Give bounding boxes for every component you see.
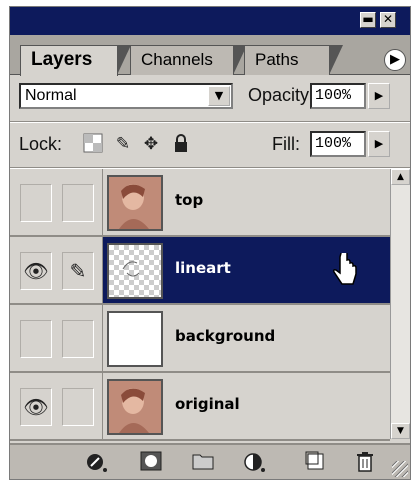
layer-name: background bbox=[175, 327, 276, 345]
layer-name-area[interactable]: top bbox=[102, 169, 390, 235]
layer-style-icon[interactable] bbox=[84, 451, 110, 475]
layer-thumbnail bbox=[107, 379, 163, 435]
layer-name-area[interactable]: background bbox=[102, 305, 390, 371]
layer-row[interactable]: 👁 ✎ lineart bbox=[10, 237, 390, 305]
palette-title-bar[interactable]: ▬ ✕ bbox=[10, 7, 410, 35]
blend-opacity-row: Normal ▼ Opacity: 100% ▶ bbox=[10, 75, 410, 121]
layer-row[interactable]: 👁 original bbox=[10, 373, 390, 441]
layer-name-area[interactable]: lineart bbox=[102, 237, 390, 303]
padlock-icon[interactable] bbox=[170, 133, 192, 155]
lock-fill-row: Lock: ✎ ✥ Fill: 100% ▶ bbox=[10, 123, 410, 167]
layer-name-area[interactable]: original bbox=[102, 373, 390, 439]
brush-lock-icon[interactable]: ✎ bbox=[112, 133, 134, 155]
visibility-toggle[interactable] bbox=[20, 320, 52, 358]
close-button[interactable]: ✕ bbox=[380, 12, 396, 28]
minimize-button[interactable]: ▬ bbox=[360, 12, 376, 28]
trash-icon[interactable] bbox=[352, 451, 378, 475]
hand-cursor-icon bbox=[331, 249, 359, 289]
tab-layers[interactable]: Layers bbox=[20, 45, 131, 76]
visibility-toggle[interactable] bbox=[20, 184, 52, 222]
adjustment-layer-icon[interactable] bbox=[242, 451, 268, 475]
layers-palette: ▬ ✕ Layers Channels Paths ▶ Normal ▼ Opa… bbox=[9, 6, 411, 480]
fill-field[interactable]: 100% bbox=[310, 131, 366, 157]
eye-icon: 👁 bbox=[23, 395, 49, 419]
link-toggle[interactable] bbox=[62, 388, 94, 426]
layer-list: top 👁 ✎ lineart background 👁 original bbox=[10, 169, 390, 441]
tab-bar: Layers Channels Paths ▶ bbox=[10, 35, 410, 76]
tab-paths[interactable]: Paths bbox=[244, 45, 343, 75]
eye-icon: 👁 bbox=[23, 259, 49, 283]
layer-row[interactable]: top bbox=[10, 169, 390, 237]
layer-name: top bbox=[175, 191, 204, 209]
link-toggle[interactable] bbox=[62, 184, 94, 222]
fill-label: Fill: bbox=[272, 134, 300, 154]
fill-arrow-icon[interactable]: ▶ bbox=[368, 131, 390, 157]
tab-channels[interactable]: Channels bbox=[130, 45, 247, 75]
blend-mode-value: Normal bbox=[25, 87, 77, 104]
link-toggle[interactable]: ✎ bbox=[62, 252, 94, 290]
move-lock-icon[interactable]: ✥ bbox=[140, 133, 162, 155]
palette-menu-arrow-icon[interactable]: ▶ bbox=[384, 49, 406, 71]
mask-icon[interactable] bbox=[138, 451, 164, 475]
paintbrush-icon: ✎ bbox=[69, 259, 87, 283]
visibility-toggle[interactable]: 👁 bbox=[20, 388, 52, 426]
resize-grip-icon[interactable] bbox=[392, 461, 408, 477]
layers-scrollbar[interactable]: ▲ ▼ bbox=[390, 169, 410, 439]
layer-thumbnail bbox=[107, 175, 163, 231]
lock-label: Lock: bbox=[19, 134, 63, 154]
opacity-arrow-icon[interactable]: ▶ bbox=[368, 83, 390, 109]
visibility-toggle[interactable]: 👁 bbox=[20, 252, 52, 290]
opacity-field[interactable]: 100% bbox=[310, 83, 366, 109]
new-set-icon[interactable] bbox=[190, 451, 216, 475]
new-layer-icon[interactable] bbox=[302, 451, 328, 475]
palette-bottom-bar bbox=[10, 443, 410, 479]
layer-thumbnail bbox=[107, 243, 163, 299]
link-toggle[interactable] bbox=[62, 320, 94, 358]
layer-row[interactable]: background bbox=[10, 305, 390, 373]
chevron-down-icon[interactable]: ▼ bbox=[208, 86, 230, 106]
opacity-label: Opacity: bbox=[248, 85, 315, 105]
blend-mode-select[interactable]: Normal ▼ bbox=[19, 83, 233, 109]
scroll-down-icon[interactable]: ▼ bbox=[391, 423, 410, 439]
layer-thumbnail bbox=[107, 311, 163, 367]
scroll-up-icon[interactable]: ▲ bbox=[391, 169, 410, 185]
transparency-lock-icon[interactable] bbox=[82, 133, 104, 155]
layer-name: original bbox=[175, 395, 240, 413]
layer-name: lineart bbox=[175, 259, 231, 277]
